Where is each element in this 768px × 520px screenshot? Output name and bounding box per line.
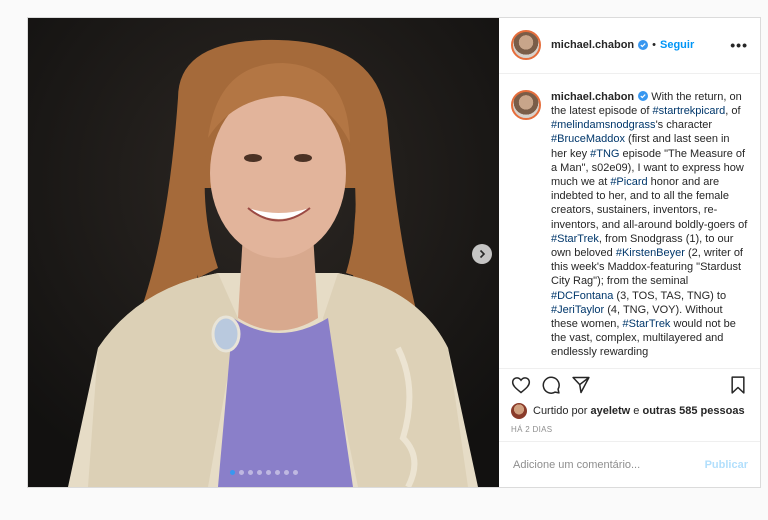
liker-username[interactable]: ayeletw [590, 405, 630, 417]
caption-text-segment: (3, TOS, TAS, TNG) to [613, 289, 727, 302]
comment-icon[interactable] [541, 375, 561, 395]
bookmark-icon[interactable] [728, 375, 748, 395]
carousel-indicator [28, 470, 499, 475]
separator-dot: • [652, 39, 656, 52]
carousel-dot [229, 470, 235, 475]
post-sidebar: michael.chabon • Seguir ••• michael.chab… [499, 18, 760, 487]
avatar[interactable] [511, 30, 541, 61]
caption: michael.chabon With the return, on the l… [551, 90, 748, 368]
carousel-dot [274, 470, 280, 475]
comment-row: Publicar [499, 441, 760, 487]
hashtag-link[interactable]: #StarTrek [551, 233, 599, 245]
likes-middle: e [630, 405, 643, 418]
share-icon[interactable] [571, 375, 591, 395]
likes-others-link[interactable]: outras 585 pessoas [642, 405, 744, 417]
hashtag-link[interactable]: #startrekpicard [653, 105, 726, 117]
comment-input[interactable] [511, 457, 705, 472]
caption-username[interactable]: michael.chabon [551, 91, 634, 103]
carousel-dot [256, 470, 262, 475]
caption-body: With the return, on the latest episode o… [551, 91, 747, 359]
username-link[interactable]: michael.chabon [551, 39, 634, 51]
carousel-dot [283, 470, 289, 475]
caption-avatar[interactable] [511, 89, 541, 120]
caption-area: michael.chabon With the return, on the l… [499, 74, 760, 368]
caption-text-segment: , of [725, 104, 741, 117]
chevron-right-icon [479, 249, 486, 259]
verified-icon [638, 90, 649, 101]
hashtag-link[interactable]: #KirstenBeyer [616, 247, 685, 259]
publish-button[interactable]: Publicar [705, 459, 748, 471]
likes-prefix: Curtido por [533, 405, 588, 418]
hashtag-link[interactable]: #TNG [590, 148, 619, 160]
post-header: michael.chabon • Seguir ••• [499, 18, 760, 74]
heart-icon[interactable] [511, 375, 531, 395]
carousel-dot [247, 470, 253, 475]
post-photo [28, 18, 499, 487]
carousel-dot [265, 470, 271, 475]
more-options-icon[interactable]: ••• [730, 37, 748, 53]
next-slide-button[interactable] [472, 244, 492, 264]
instagram-post: michael.chabon • Seguir ••• michael.chab… [27, 17, 761, 488]
hashtag-link[interactable]: #melindamsnodgrass [551, 119, 656, 131]
caption-text-segment: 's character [655, 119, 713, 132]
carousel-dot [238, 470, 244, 475]
verified-icon [638, 40, 649, 51]
hashtag-link[interactable]: #DCFontana [551, 290, 613, 302]
hashtag-link[interactable]: #BruceMaddox [551, 133, 625, 145]
post-timestamp[interactable]: HÁ 2 DIAS [499, 421, 760, 441]
post-media[interactable] [28, 18, 499, 487]
liker-avatar [511, 403, 527, 420]
follow-button[interactable]: Seguir [660, 39, 694, 51]
hashtag-link[interactable]: #JeriTaylor [551, 304, 604, 316]
carousel-dot [292, 470, 298, 475]
likes-row: Curtido por ayeletw e outras 585 pessoas [499, 401, 760, 421]
hashtag-link[interactable]: #StarTrek [623, 318, 671, 330]
action-bar [499, 367, 760, 402]
hashtag-link[interactable]: #Picard [610, 176, 647, 188]
